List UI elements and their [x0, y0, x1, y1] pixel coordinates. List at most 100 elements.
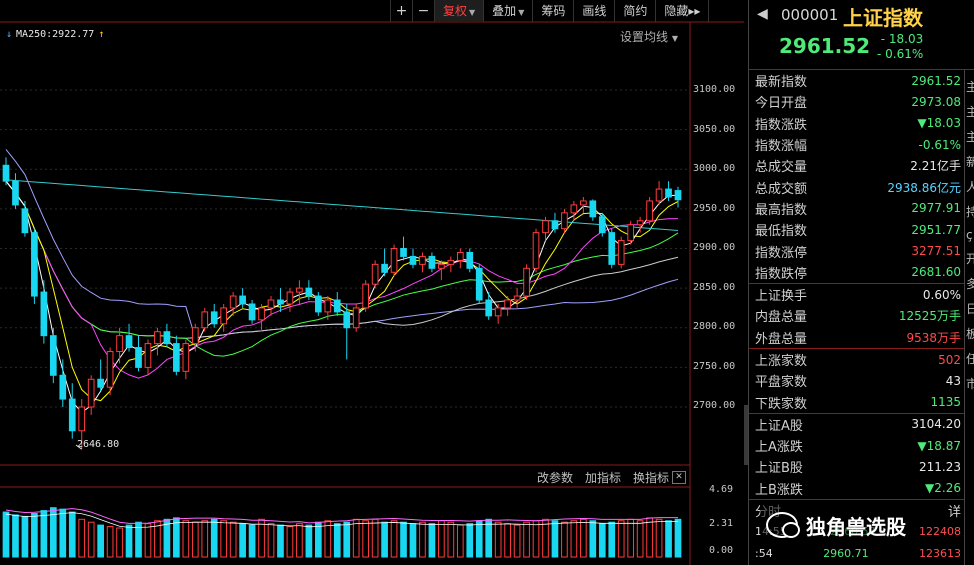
stat-value: 2938.86亿元 — [887, 180, 961, 195]
stat-value: 3104.20 — [911, 417, 961, 432]
candle-body — [248, 303, 256, 321]
stat-label: 上证A股 — [755, 418, 803, 434]
volume-bar — [617, 520, 625, 558]
side-tab-char: 新 — [966, 155, 974, 169]
candle-body — [636, 220, 644, 226]
overlay-button[interactable]: 叠加 ▼ — [484, 0, 534, 22]
volume-bar — [248, 524, 256, 558]
volume-bar — [466, 523, 474, 558]
change-percent: - 0.61% — [877, 47, 924, 61]
simple-mode-button[interactable]: 简约 — [615, 0, 657, 22]
stat-row: 上证换手 0.60% — [749, 284, 965, 305]
hide-button[interactable]: 隐藏▸▸ — [656, 0, 710, 22]
price-tick: 2850.00 — [693, 282, 736, 293]
candle-body — [277, 299, 284, 305]
volume-tick: 0.00 — [709, 545, 734, 556]
zoom-in-button[interactable]: + — [391, 0, 413, 22]
volume-bar — [144, 523, 152, 558]
volume-bar — [438, 520, 445, 558]
candle-body — [144, 343, 152, 368]
candle-body — [456, 251, 464, 261]
candle-body — [485, 299, 493, 317]
volume-bar — [646, 517, 653, 558]
stat-label: 上涨家数 — [755, 354, 808, 369]
volume-bar — [456, 524, 464, 558]
stat-row: 上证A股 3104.20 — [749, 414, 965, 435]
stat-row: 上涨家数 502 — [749, 349, 965, 370]
candle-body — [229, 295, 237, 309]
stat-label: 内盘总量 — [755, 310, 808, 326]
stat-label: 指数涨跌 — [755, 117, 808, 133]
ma-settings-button[interactable]: 设置均线 ▼ — [620, 28, 678, 45]
tick-price: 2960.71 — [823, 546, 869, 560]
stat-label: 总成交额 — [755, 181, 808, 197]
candle-body — [475, 267, 483, 301]
stat-value: 2.21亿手 — [910, 159, 961, 174]
volume-bar — [314, 521, 322, 558]
add-indicator-button[interactable]: 加指标 — [585, 469, 621, 486]
candle-body — [655, 188, 663, 202]
candle-body — [523, 267, 530, 297]
candle-body — [494, 307, 502, 317]
stat-value: 502 — [938, 352, 961, 367]
volume-bar — [608, 521, 616, 558]
chips-button[interactable]: 筹码 — [533, 0, 575, 22]
volume-bar — [381, 521, 388, 558]
candle-body — [40, 291, 48, 337]
candle-body — [12, 180, 19, 206]
candle-body — [551, 220, 559, 230]
volume-tick: 4.69 — [709, 484, 734, 495]
volume-bar — [561, 521, 568, 558]
stat-value: -0.61% — [918, 137, 961, 152]
volume-bar — [598, 523, 606, 558]
chart-toolbar: + − 复权 ▼ 叠加 ▼ 筹码 画线 简约 隐藏▸▸ — [390, 0, 710, 22]
params-button[interactable]: 改参数 — [537, 469, 573, 486]
volume-bar — [87, 521, 95, 558]
prev-arrow-icon[interactable]: ◀ — [757, 6, 768, 22]
candle-body — [504, 299, 511, 309]
candle-body — [570, 204, 578, 214]
volume-bar — [542, 518, 549, 558]
stat-row: 平盘家数 43 — [749, 370, 965, 391]
candle-body — [116, 335, 123, 353]
last-price: 2961.52 — [779, 34, 871, 58]
side-tab-char: ç — [966, 228, 973, 242]
zoom-out-button[interactable]: − — [413, 0, 435, 22]
candle-body — [532, 232, 540, 269]
volume-bar — [532, 520, 540, 558]
stat-label: 上A涨跌 — [755, 440, 803, 456]
volume-bar — [371, 518, 379, 558]
hide-label: 隐藏 — [664, 4, 689, 18]
stat-label: 外盘总量 — [755, 331, 808, 347]
side-tab-strip[interactable]: 主主主新人持ç开多日板任市 — [964, 70, 974, 565]
stat-value: ▼2.26 — [925, 481, 961, 496]
stat-value: 0.60% — [922, 287, 961, 302]
candle-body — [324, 299, 332, 313]
fuquan-button[interactable]: 复权 ▼ — [435, 0, 485, 22]
candle-body — [173, 343, 180, 372]
candle-body — [665, 188, 672, 198]
candle-body — [154, 331, 161, 345]
candle-body — [419, 255, 426, 265]
detail-link[interactable]: 详 — [948, 501, 961, 520]
draw-line-button[interactable]: 画线 — [574, 0, 616, 22]
candle-body — [580, 200, 587, 206]
switch-indicator-button[interactable]: 换指标 — [633, 469, 669, 486]
candle-body — [409, 255, 417, 265]
candle-body — [646, 200, 653, 222]
volume-bar — [333, 523, 341, 558]
stat-value: 2977.91 — [911, 201, 961, 216]
price-tick: 2700.00 — [693, 400, 736, 411]
stat-row: 上证B股 211.23 — [749, 456, 965, 477]
stat-value: 211.23 — [919, 459, 961, 474]
price-tick: 2750.00 — [693, 361, 736, 372]
volume-bar — [523, 521, 530, 558]
side-tab-char: 日 — [966, 302, 974, 316]
close-icon[interactable]: ✕ — [672, 471, 686, 484]
candle-body — [239, 295, 246, 305]
stat-value: 1135 — [930, 395, 961, 410]
stat-label: 最新指数 — [755, 75, 808, 91]
side-tab-char: 主 — [966, 80, 974, 94]
volume-bar — [12, 514, 19, 558]
volume-bar — [125, 524, 133, 558]
